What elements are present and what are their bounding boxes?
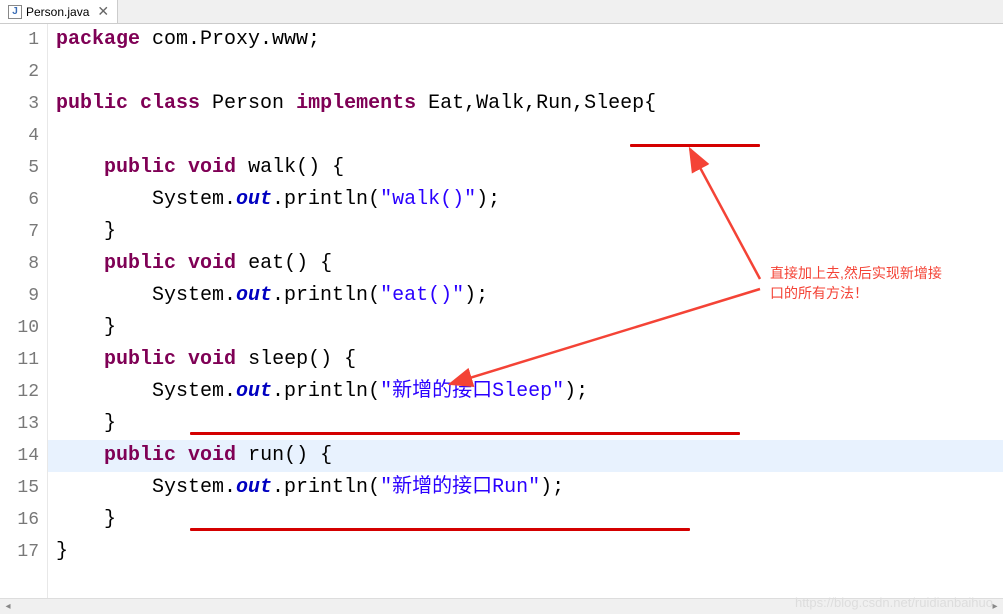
code-token: walk() {	[236, 156, 344, 179]
line-number-gutter: 1−2−3−4−5−6−7−8−9−10−11−12−13−14−15−16−1…	[0, 24, 48, 598]
code-token: public	[104, 252, 176, 275]
code-line[interactable]: public class Person implements Eat,Walk,…	[48, 88, 1003, 120]
line-number: 3−	[0, 88, 39, 120]
code-token	[56, 444, 104, 467]
code-editor[interactable]: 1−2−3−4−5−6−7−8−9−10−11−12−13−14−15−16−1…	[0, 24, 1003, 598]
code-token: sleep() {	[236, 348, 356, 371]
line-number: 12−	[0, 376, 39, 408]
code-token: Person	[200, 92, 296, 115]
line-number: 16−	[0, 504, 39, 536]
code-line[interactable]: public void sleep() {	[48, 344, 1003, 376]
code-token	[56, 156, 104, 179]
line-number: 7−	[0, 216, 39, 248]
code-token: );	[564, 380, 588, 403]
code-line[interactable]: }	[48, 536, 1003, 568]
line-number: 8−	[0, 248, 39, 280]
code-line[interactable]: }	[48, 216, 1003, 248]
code-token: run() {	[236, 444, 332, 467]
code-line[interactable]	[48, 56, 1003, 88]
code-token: .println(	[272, 284, 380, 307]
code-token: System.	[56, 476, 236, 499]
line-number: 10−	[0, 312, 39, 344]
code-token: .println(	[272, 380, 380, 403]
code-token	[176, 444, 188, 467]
code-token: void	[188, 156, 236, 179]
watermark-text: https://blog.csdn.net/ruidianbaihuo	[795, 595, 993, 610]
code-line[interactable]: }	[48, 504, 1003, 536]
code-token: "新增的接口Sleep"	[380, 380, 564, 403]
editor-tab[interactable]: J Person.java ✕	[0, 0, 118, 23]
code-token: void	[188, 252, 236, 275]
code-line[interactable]: System.out.println("walk()");	[48, 184, 1003, 216]
code-token: "新增的接口Run"	[380, 476, 540, 499]
code-line[interactable]: public void eat() {	[48, 248, 1003, 280]
code-token: out	[236, 380, 272, 403]
tab-filename: Person.java	[26, 5, 89, 19]
code-token: }	[56, 220, 116, 243]
code-line[interactable]: public void run() {	[48, 440, 1003, 472]
code-token: System.	[56, 188, 236, 211]
code-token: }	[56, 412, 116, 435]
code-token	[56, 252, 104, 275]
code-line[interactable]	[48, 120, 1003, 152]
close-icon[interactable]: ✕	[97, 3, 109, 20]
line-number: 9−	[0, 280, 39, 312]
code-token: public	[104, 156, 176, 179]
code-token: com.Proxy.www;	[140, 28, 320, 51]
code-token: out	[236, 284, 272, 307]
code-line[interactable]: }	[48, 312, 1003, 344]
code-area[interactable]: package com.Proxy.www; public class Perso…	[48, 24, 1003, 598]
code-token: System.	[56, 284, 236, 307]
line-number: 2−	[0, 56, 39, 88]
code-token: .println(	[272, 476, 380, 499]
code-token: Eat,Walk,Run,Sleep{	[416, 92, 656, 115]
line-number: 15−	[0, 472, 39, 504]
line-number: 17−	[0, 536, 39, 568]
tab-bar: J Person.java ✕	[0, 0, 1003, 24]
code-line[interactable]: System.out.println("新增的接口Run");	[48, 472, 1003, 504]
code-token: }	[56, 508, 116, 531]
code-line[interactable]: System.out.println("eat()");	[48, 280, 1003, 312]
line-number: 5−	[0, 152, 39, 184]
code-token: class	[140, 92, 200, 115]
code-token: "eat()"	[380, 284, 464, 307]
code-token: void	[188, 444, 236, 467]
code-token	[176, 156, 188, 179]
line-number: 6−	[0, 184, 39, 216]
code-token	[56, 348, 104, 371]
code-token: System.	[56, 380, 236, 403]
java-file-icon: J	[8, 5, 22, 19]
code-token: }	[56, 540, 68, 563]
code-token: out	[236, 188, 272, 211]
code-token: }	[56, 316, 116, 339]
code-token: public	[56, 92, 128, 115]
code-token: );	[540, 476, 564, 499]
code-token: eat() {	[236, 252, 332, 275]
code-token: );	[476, 188, 500, 211]
code-token: .println(	[272, 188, 380, 211]
code-line[interactable]: System.out.println("新增的接口Sleep");	[48, 376, 1003, 408]
line-number: 13−	[0, 408, 39, 440]
line-number: 11−	[0, 344, 39, 376]
code-line[interactable]: public void walk() {	[48, 152, 1003, 184]
code-token: "walk()"	[380, 188, 476, 211]
code-token: implements	[296, 92, 416, 115]
code-token	[128, 92, 140, 115]
code-token: package	[56, 28, 140, 51]
code-line[interactable]: package com.Proxy.www;	[48, 24, 1003, 56]
code-token	[176, 348, 188, 371]
code-token: void	[188, 348, 236, 371]
code-token: public	[104, 348, 176, 371]
code-token	[176, 252, 188, 275]
line-number: 4−	[0, 120, 39, 152]
code-token: public	[104, 444, 176, 467]
code-token: out	[236, 476, 272, 499]
code-line[interactable]: }	[48, 408, 1003, 440]
line-number: 1−	[0, 24, 39, 56]
scroll-left-icon[interactable]: ◂	[0, 599, 16, 615]
line-number: 14−	[0, 440, 39, 472]
code-token: );	[464, 284, 488, 307]
